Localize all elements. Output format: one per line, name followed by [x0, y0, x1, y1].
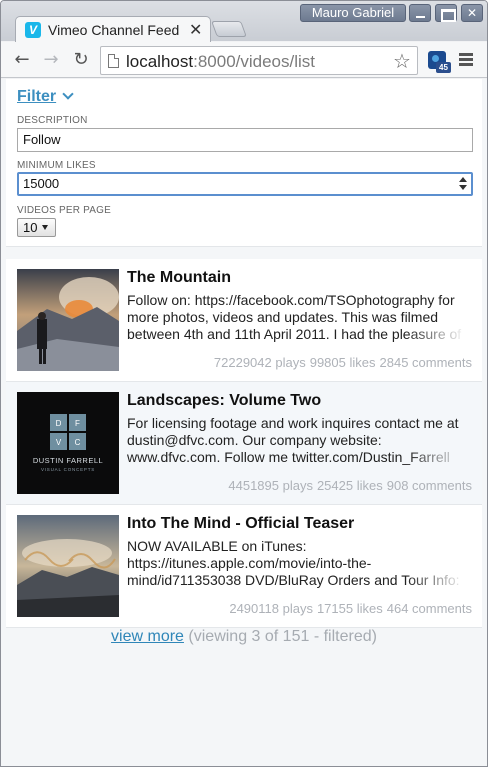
select-arrow-icon [42, 225, 48, 230]
vimeo-favicon-icon: V [25, 22, 41, 38]
tab-close-icon[interactable]: ✕ [189, 20, 202, 39]
video-description: For licensing footage and work inquires … [127, 415, 466, 466]
url-path: :8000/videos/list [193, 52, 316, 71]
thumb-cell-f: F [75, 419, 80, 428]
view-more-link[interactable]: view more [111, 628, 184, 645]
video-item: D F V C DUSTIN FARRELL VISUAL CONCEPTS L… [6, 382, 482, 505]
likes-count: 99805 likes [309, 355, 376, 370]
reload-icon[interactable]: ↻ [70, 49, 92, 71]
filter-panel: Filter DESCRIPTION Follow MINIMUM LIKES … [6, 79, 482, 247]
video-description: Follow on: https://facebook.com/TSOphoto… [127, 292, 466, 343]
thumb-sub: VISUAL CONCEPTS [41, 467, 95, 472]
videos-per-page-value: 10 [17, 218, 56, 237]
likes-count: 25425 likes [316, 478, 383, 493]
minimum-likes-label: MINIMUM LIKES [17, 160, 96, 171]
profile-name[interactable]: Mauro Gabriel [300, 4, 406, 22]
video-thumbnail[interactable] [17, 269, 119, 371]
comments-count: 908 comments [386, 478, 472, 493]
thumb-cell-d: D [56, 419, 62, 428]
video-title[interactable]: Landscapes: Volume Two [127, 392, 321, 410]
video-item: Into The Mind - Official Teaser NOW AVAI… [6, 505, 482, 628]
video-thumbnail[interactable] [17, 515, 119, 617]
close-icon: ✕ [466, 6, 478, 20]
browser-toolbar: ← → ↻ localhost:8000/videos/list ☆ 45 [1, 42, 487, 78]
extension-badge: 45 [436, 62, 451, 73]
page-content: Filter DESCRIPTION Follow MINIMUM LIKES … [1, 79, 487, 766]
likes-count: 17155 likes [316, 601, 383, 616]
video-description: NOW AVAILABLE on iTunes: https://itunes.… [127, 538, 466, 589]
video-stats: 4451895 plays 25425 likes 908 comments [224, 478, 472, 493]
minimize-icon [410, 5, 430, 21]
thumb-cell-c: C [75, 438, 81, 447]
minimum-likes-input[interactable]: 15000 [17, 172, 473, 196]
bookmark-star-icon[interactable]: ☆ [393, 49, 411, 73]
tab-title: Vimeo Channel Feed [48, 22, 180, 38]
back-arrow-icon[interactable]: ← [11, 49, 33, 71]
video-thumbnail[interactable]: D F V C DUSTIN FARRELL VISUAL CONCEPTS [17, 392, 119, 494]
url-text[interactable]: localhost:8000/videos/list [126, 52, 315, 72]
comments-count: 2845 comments [379, 355, 473, 370]
thumb-name: DUSTIN FARRELL [33, 456, 103, 465]
videos-per-page-label: VIDEOS PER PAGE [17, 205, 111, 216]
video-stats: 2490118 plays 17155 likes 464 comments [225, 601, 472, 616]
minimize-button[interactable] [409, 4, 431, 22]
forward-arrow-icon[interactable]: → [40, 49, 62, 71]
url-host: localhost [126, 52, 194, 71]
chrome-menu-icon[interactable] [459, 53, 473, 66]
title-bar: Mauro Gabriel ✕ V Vimeo Channel Feed ✕ [1, 1, 487, 43]
maximize-button[interactable] [435, 4, 457, 22]
comments-count: 464 comments [386, 601, 472, 616]
maximize-icon [436, 5, 456, 22]
viewing-count: (viewing 3 of 151 - filtered) [188, 628, 377, 645]
browser-window: Mauro Gabriel ✕ V Vimeo Channel Feed ✕ ←… [0, 0, 488, 767]
video-stats: 72229042 plays 99805 likes 2845 comments [210, 355, 472, 370]
list-footer: view more (viewing 3 of 151 - filtered) [6, 628, 482, 646]
plays-count: 72229042 plays [213, 355, 306, 370]
plays-count: 4451895 plays [228, 478, 313, 493]
description-label: DESCRIPTION [17, 115, 88, 126]
description-input[interactable]: Follow [17, 128, 473, 152]
video-title[interactable]: Into The Mind - Official Teaser [127, 515, 354, 533]
number-spinner-icon[interactable] [459, 177, 467, 191]
video-list: The Mountain Follow on: https://facebook… [6, 259, 482, 628]
video-title[interactable]: The Mountain [127, 269, 231, 287]
thumb-cell-v: V [56, 438, 62, 447]
window-close-button[interactable]: ✕ [461, 4, 483, 22]
plays-count: 2490118 plays [229, 601, 313, 616]
video-item: The Mountain Follow on: https://facebook… [6, 259, 482, 382]
address-bar[interactable]: localhost:8000/videos/list ☆ [100, 46, 418, 75]
page-icon [108, 54, 119, 68]
new-tab-button[interactable] [211, 21, 247, 37]
chevron-down-icon[interactable] [63, 90, 73, 100]
minimum-likes-value: 15000 [23, 176, 60, 191]
tab-vimeo-channel-feed[interactable]: V Vimeo Channel Feed ✕ [15, 16, 211, 43]
filter-toggle[interactable]: Filter [17, 88, 56, 106]
